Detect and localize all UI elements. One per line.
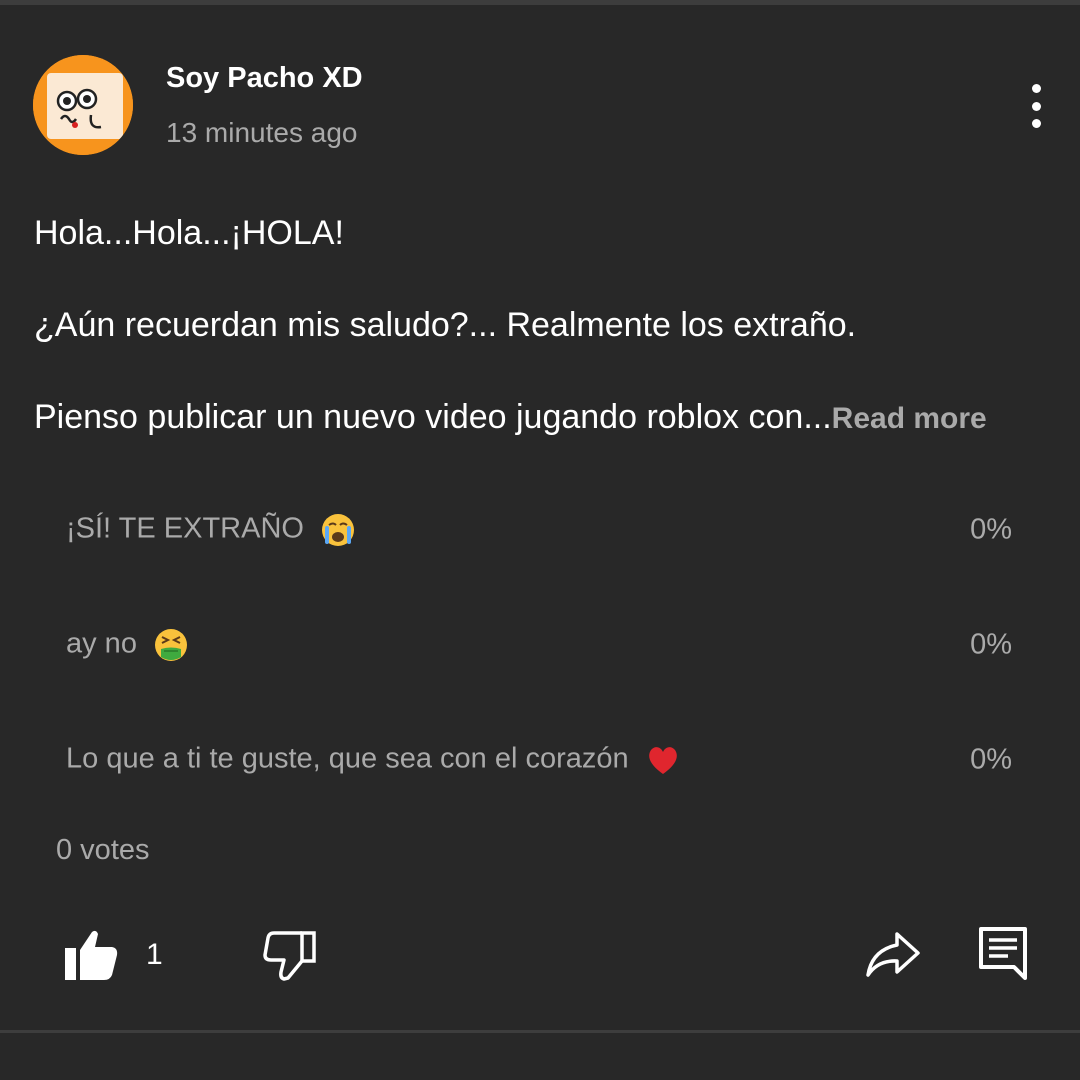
vote-count: 0 votes — [56, 834, 150, 866]
menu-dot — [1031, 101, 1041, 111]
red-heart-icon — [648, 747, 677, 774]
post-text-truncated: Pienso publicar un nuevo video jugando r… — [34, 398, 832, 436]
like-count: 1 — [146, 938, 163, 971]
comment-icon[interactable] — [978, 926, 1028, 982]
post-text-line: Pienso publicar un nuevo video jugando r… — [34, 398, 987, 437]
poll-option-label-wrap: ay no — [66, 627, 189, 663]
crying-face-icon — [322, 514, 355, 546]
avatar-image — [33, 55, 133, 155]
poll-option-percent: 0% — [970, 513, 1012, 546]
vomiting-face-icon — [155, 629, 188, 661]
poll-option-label-wrap: Lo que a ti te guste, que sea con el cor… — [66, 742, 681, 778]
post-timestamp: 13 minutes ago — [166, 117, 358, 148]
more-vert-icon[interactable] — [1012, 78, 1060, 134]
bottom-divider — [0, 1030, 1080, 1033]
poll-option-label: ¡SÍ! TE EXTRAÑO — [66, 512, 304, 545]
poll-option-label-wrap: ¡SÍ! TE EXTRAÑO — [66, 512, 356, 548]
channel-name[interactable]: Soy Pacho XD — [166, 62, 363, 95]
poll-option-percent: 0% — [970, 628, 1012, 661]
poll-option[interactable]: ¡SÍ! TE EXTRAÑO 0% — [34, 478, 1046, 582]
poll-option-label: ay no — [66, 627, 137, 660]
read-more-link[interactable]: Read more — [832, 402, 987, 435]
post-text-line: Hola...Hola...¡HOLA! — [34, 214, 344, 252]
menu-dot — [1031, 119, 1041, 128]
poll-option-percent: 0% — [970, 743, 1012, 776]
top-divider — [0, 0, 1080, 5]
menu-dot — [1031, 84, 1041, 93]
poll-option[interactable]: Lo que a ti te guste, que sea con el cor… — [34, 708, 1046, 812]
poll-option-label: Lo que a ti te guste, que sea con el cor… — [66, 742, 629, 775]
channel-avatar[interactable] — [33, 55, 133, 155]
thumbs-up-icon[interactable] — [62, 928, 120, 982]
share-icon[interactable] — [864, 930, 922, 980]
thumbs-down-icon[interactable] — [262, 930, 318, 982]
poll-option[interactable]: ay no 0% — [34, 593, 1046, 697]
post-text-line: ¿Aún recuerdan mis saludo?... Realmente … — [34, 306, 857, 344]
